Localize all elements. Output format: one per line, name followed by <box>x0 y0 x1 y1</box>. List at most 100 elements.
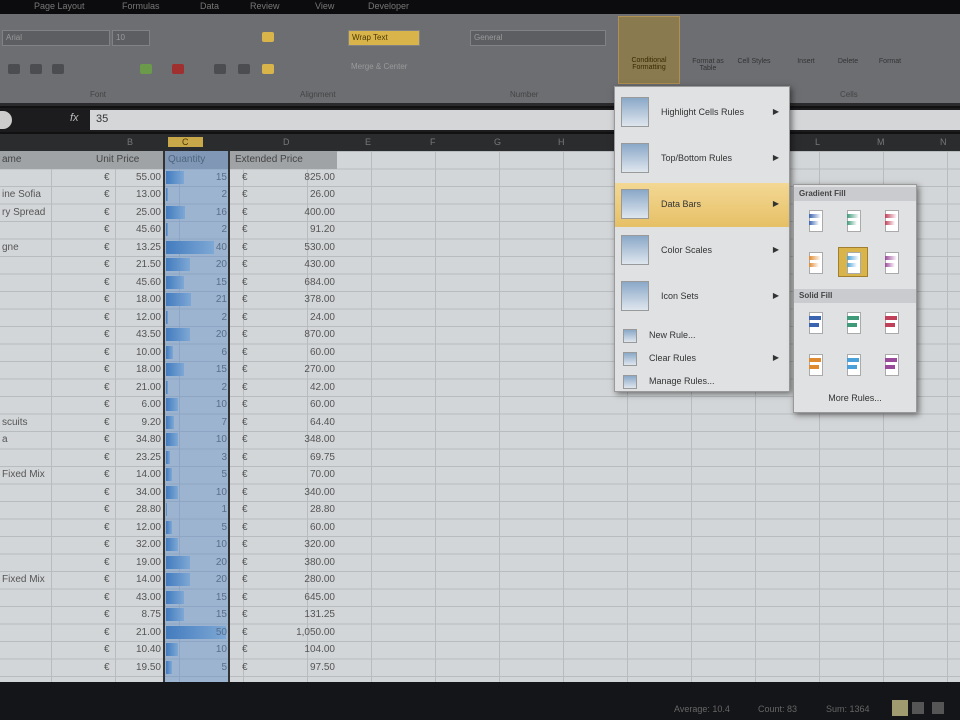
unit-price: 18.00 <box>135 364 161 375</box>
conditional-formatting-button[interactable]: Conditional Formatting <box>618 16 680 84</box>
tab-view[interactable]: View <box>315 1 334 11</box>
solid-fill-heading: Solid Fill <box>794 289 916 303</box>
column-header-b[interactable]: B <box>127 137 133 147</box>
unit-price: 55.00 <box>135 171 161 183</box>
merge-center-button[interactable]: Merge & Center <box>348 60 448 76</box>
currency-symbol: € <box>242 189 248 200</box>
format-as-table-button[interactable]: Format as Table <box>686 18 730 82</box>
currency-symbol: € <box>104 661 110 673</box>
currency-symbol: € <box>104 189 110 200</box>
menu-item-icon-sets[interactable]: Icon Sets ▶ <box>615 275 789 319</box>
menu-item-manage-rules[interactable]: Manage Rules... <box>615 371 789 393</box>
column-header-f[interactable]: F <box>430 137 436 147</box>
extended-price: 97.50 <box>309 661 335 673</box>
fx-icon[interactable]: fx <box>70 112 79 124</box>
tab-page-layout[interactable]: Page Layout <box>34 1 85 11</box>
column-header-g[interactable]: G <box>494 137 501 147</box>
tab-review[interactable]: Review <box>250 1 280 11</box>
solid-fill-option[interactable] <box>876 307 906 337</box>
bar-swatch <box>809 358 821 362</box>
extended-price: 348.00 <box>304 434 335 445</box>
solid-fill-option[interactable] <box>800 307 830 337</box>
gradient-fill-option[interactable] <box>800 205 830 235</box>
column-header-c[interactable]: C <box>168 137 203 147</box>
menu-item-new-rule[interactable]: New Rule... <box>615 325 789 347</box>
currency-symbol: € <box>242 574 248 585</box>
gradient-fill-option[interactable] <box>838 205 868 235</box>
bar-swatch <box>847 214 859 218</box>
product-name: ine Sofia <box>2 189 41 200</box>
currency-symbol: € <box>242 451 248 463</box>
more-rules-link[interactable]: More Rules... <box>794 393 916 403</box>
page-layout-view-icon[interactable] <box>912 702 924 714</box>
tab-developer[interactable]: Developer <box>368 1 409 11</box>
menu-item-clear-rules[interactable]: Clear Rules ▶ <box>615 348 789 370</box>
menu-item-label: Manage Rules... <box>649 376 715 386</box>
column-header-l[interactable]: L <box>815 137 820 147</box>
tab-data[interactable]: Data <box>200 1 219 11</box>
format-cells-button[interactable]: Format <box>870 18 910 82</box>
currency-symbol: € <box>242 329 248 340</box>
currency-symbol: € <box>242 241 248 253</box>
currency-symbol: € <box>104 276 110 288</box>
gradient-fill-option[interactable] <box>800 247 830 277</box>
solid-fill-option[interactable] <box>838 307 868 337</box>
data-bars-submenu: Gradient Fill Solid Fill More Rules... <box>793 184 917 413</box>
gradient-fill-option[interactable] <box>876 205 906 235</box>
gradient-fill-option[interactable] <box>876 247 906 277</box>
unit-price: 12.00 <box>135 311 161 323</box>
solid-fill-option[interactable] <box>838 349 868 379</box>
column-header-d[interactable]: D <box>283 137 290 147</box>
align-right-icon[interactable] <box>238 64 250 74</box>
align-center-icon[interactable] <box>262 64 274 74</box>
solid-fill-option[interactable] <box>876 349 906 379</box>
insert-cells-button[interactable]: Insert <box>786 18 826 82</box>
currency-symbol: € <box>104 364 110 375</box>
tab-formulas[interactable]: Formulas <box>122 1 160 11</box>
column-header-e[interactable]: E <box>365 137 371 147</box>
menu-item-data-bars[interactable]: Data Bars ▶ <box>615 183 789 227</box>
bar-swatch <box>885 214 897 218</box>
fill-color-icon[interactable] <box>140 64 152 74</box>
align-left-icon[interactable] <box>214 64 226 74</box>
currency-symbol: € <box>104 294 110 305</box>
number-format-select[interactable]: General <box>470 30 606 46</box>
menu-item-color-scales[interactable]: Color Scales ▶ <box>615 229 789 273</box>
column-header-m[interactable]: M <box>877 137 885 147</box>
currency-symbol: € <box>242 591 248 603</box>
solid-fill-option[interactable] <box>800 349 830 379</box>
currency-symbol: € <box>242 661 248 673</box>
underline-icon[interactable] <box>52 64 64 74</box>
italic-icon[interactable] <box>30 64 42 74</box>
top-bottom-rules-icon <box>621 143 649 173</box>
menu-item-highlight-cells-rules[interactable]: Highlight Cells Rules ▶ <box>615 91 789 135</box>
unit-price: 12.00 <box>135 521 161 533</box>
clear-rules-icon <box>623 352 637 366</box>
extended-price: 530.00 <box>304 241 335 253</box>
extended-price: 400.00 <box>304 206 335 218</box>
normal-view-icon[interactable] <box>892 700 908 716</box>
bar-swatch <box>847 365 857 369</box>
column-header-cell: Extended Price <box>235 154 303 165</box>
page-break-view-icon[interactable] <box>932 702 944 714</box>
gradient-fill-option[interactable] <box>838 247 868 277</box>
unit-price: 43.00 <box>135 591 161 603</box>
currency-symbol: € <box>242 609 248 620</box>
column-header-n[interactable]: N <box>940 137 947 147</box>
font-color-icon[interactable] <box>172 64 184 74</box>
cell-styles-button[interactable]: Cell Styles <box>734 18 774 82</box>
currency-symbol: € <box>104 399 110 410</box>
currency-symbol: € <box>104 539 110 550</box>
wrap-text-button[interactable]: Wrap Text <box>348 30 420 46</box>
submenu-arrow-icon: ▶ <box>772 245 779 254</box>
align-middle-icon[interactable] <box>262 32 274 42</box>
font-name-select[interactable]: Arial <box>2 30 110 46</box>
bold-icon[interactable] <box>8 64 20 74</box>
column-header-h[interactable]: H <box>558 137 565 147</box>
delete-cells-button[interactable]: Delete <box>828 18 868 82</box>
currency-symbol: € <box>104 591 110 603</box>
currency-symbol: € <box>242 469 248 480</box>
menu-item-top-bottom-rules[interactable]: Top/Bottom Rules ▶ <box>615 137 789 181</box>
formula-input[interactable]: 35 <box>90 110 960 130</box>
font-size-select[interactable]: 10 <box>112 30 150 46</box>
